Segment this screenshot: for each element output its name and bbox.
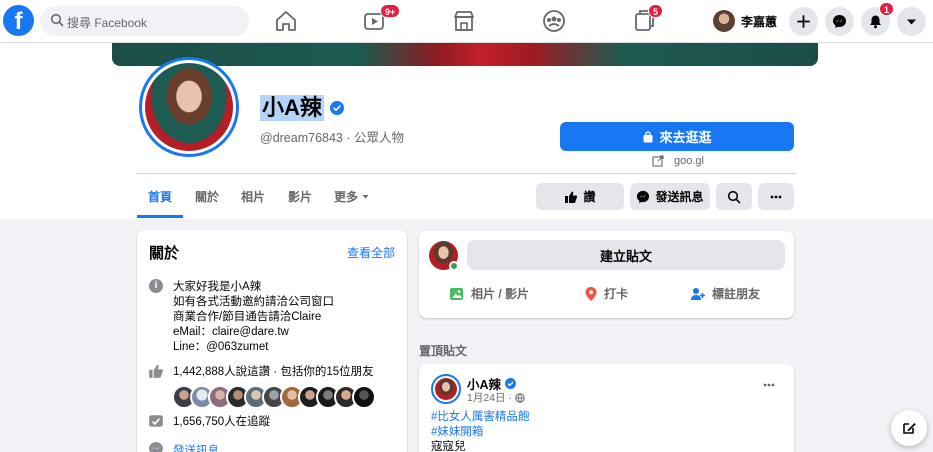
like-label: 讚 xyxy=(583,190,596,204)
send-message-link[interactable]: 發送訊息 xyxy=(173,442,219,452)
thumbs-up-icon xyxy=(149,364,163,378)
user-profile-chip[interactable]: 李嘉蕙 xyxy=(713,8,777,34)
user-name: 李嘉蕙 xyxy=(741,14,778,29)
photo-video-label: 相片 / 影片 xyxy=(471,287,530,301)
user-avatar xyxy=(713,10,735,32)
tab-about[interactable]: 關於 xyxy=(195,188,219,205)
send-message-button[interactable]: 發送訊息 xyxy=(630,183,710,210)
tag-friends-button[interactable]: 標註朋友 xyxy=(690,285,760,302)
likes-count: 1,442,888人說這讚 · 包括你的15位朋友 xyxy=(173,366,374,378)
ellipsis-icon xyxy=(770,195,782,198)
bell-icon xyxy=(870,15,881,29)
facebook-logo[interactable]: f xyxy=(3,5,34,36)
follow-icon xyxy=(149,415,163,427)
tab-home[interactable]: 首頁 xyxy=(148,188,172,205)
bio-line: Line：@063zumet xyxy=(173,341,269,353)
tab-more-label: 更多 xyxy=(334,190,359,204)
more-options-button[interactable] xyxy=(758,183,794,210)
search-placeholder: 搜尋 Facebook xyxy=(67,16,148,30)
post-text: 寇寇兒 xyxy=(431,441,466,452)
cover-photo[interactable] xyxy=(112,43,818,66)
thumbs-up-icon xyxy=(565,191,578,203)
search-icon xyxy=(50,13,64,27)
followers-count: 1,656,750人在追蹤 xyxy=(173,416,271,428)
profile-name: 小A辣 xyxy=(260,95,324,121)
hashtag-link[interactable]: #比女人厲害精品飽 xyxy=(431,408,529,424)
external-link-icon xyxy=(652,155,664,167)
check-in-button[interactable]: 打卡 xyxy=(584,285,628,302)
watch-badge: 9+ xyxy=(380,4,401,18)
groups-icon[interactable] xyxy=(541,8,567,34)
active-tab-indicator xyxy=(137,215,183,218)
tag-friends-label: 標註朋友 xyxy=(712,287,761,301)
create-button[interactable] xyxy=(789,7,818,36)
post-timestamp[interactable]: 1月24日 · xyxy=(467,390,525,405)
account-menu-button[interactable] xyxy=(897,7,926,36)
shopping-bag-icon xyxy=(643,130,653,142)
shop-now-button[interactable]: 來去逛逛 xyxy=(560,122,794,151)
friend-avatar[interactable] xyxy=(352,385,376,409)
caret-down-icon xyxy=(907,19,916,25)
pinned-posts-heading: 置頂貼文 xyxy=(419,344,468,358)
online-status-indicator xyxy=(449,261,459,271)
bio-line: eMail：claire@dare.tw xyxy=(173,326,289,338)
search-icon xyxy=(727,190,741,203)
tab-more[interactable]: 更多 xyxy=(334,188,370,205)
verified-badge-icon xyxy=(505,378,517,389)
plus-icon xyxy=(797,15,810,28)
photo-video-button[interactable]: 相片 / 影片 xyxy=(449,285,529,302)
messenger-icon xyxy=(637,190,650,203)
post-date: 1月24日 · xyxy=(467,392,512,404)
bio-line: 如有各式活動邀約請洽公司窗口 xyxy=(173,296,334,308)
tab-photos[interactable]: 相片 xyxy=(241,188,265,205)
home-icon[interactable] xyxy=(273,8,299,34)
bio-line: 商業合作/節目通告請洽Claire xyxy=(173,311,322,323)
marketplace-icon[interactable] xyxy=(451,8,477,34)
messenger-icon xyxy=(149,442,163,452)
post-options-icon[interactable] xyxy=(762,378,776,392)
caret-down-icon xyxy=(362,195,369,199)
profile-photo-image xyxy=(145,63,233,151)
header-divider xyxy=(137,173,796,174)
new-message-button[interactable] xyxy=(891,410,927,446)
pinned-post: 小A辣 1月24日 · #比女人厲害精品飽 #妹妹開箱 寇寇兒 xyxy=(419,364,794,452)
create-post-card: 建立貼文 相片 / 影片 打卡 標註朋友 xyxy=(419,231,794,318)
bio-line: 大家好我是小A辣 xyxy=(173,281,262,293)
messenger-button[interactable] xyxy=(825,7,854,36)
globe-icon xyxy=(515,392,525,403)
check-in-label: 打卡 xyxy=(604,287,629,301)
send-message-label: 發送訊息 xyxy=(655,190,704,204)
website-link[interactable]: goo.gl xyxy=(652,155,704,167)
notifications-badge: 1 xyxy=(879,2,895,16)
search-page-button[interactable] xyxy=(716,183,752,210)
compose-icon xyxy=(903,423,916,434)
website-link-text: goo.gl xyxy=(674,155,704,167)
messenger-icon xyxy=(833,15,846,28)
like-page-button[interactable]: 讚 xyxy=(536,183,624,210)
tag-people-icon xyxy=(691,287,705,300)
see-all-link[interactable]: 查看全部 xyxy=(347,244,395,261)
post-author-avatar[interactable] xyxy=(431,374,461,404)
photo-icon xyxy=(450,287,463,300)
profile-picture[interactable] xyxy=(139,57,239,157)
pages-badge: 5 xyxy=(648,4,664,18)
shop-now-label: 來去逛逛 xyxy=(659,130,712,145)
top-navigation-bar: f 搜尋 Facebook 9+ 5 李嘉蕙 1 xyxy=(0,0,933,43)
info-icon: i xyxy=(149,279,163,293)
about-card: 關於 查看全部 i 大家好我是小A辣 如有各式活動邀約請洽公司窗口 商業合作/節… xyxy=(137,230,407,452)
location-pin-icon xyxy=(585,286,597,301)
profile-handle: @dream76843 · 公眾人物 xyxy=(260,131,404,145)
hashtag-link[interactable]: #妹妹開箱 xyxy=(431,423,483,439)
create-post-button[interactable]: 建立貼文 xyxy=(467,240,785,270)
tab-videos[interactable]: 影片 xyxy=(288,188,312,205)
about-title: 關於 xyxy=(149,245,180,262)
verified-badge-icon xyxy=(329,101,344,115)
profile-name-row: 小A辣 xyxy=(260,95,344,121)
search-bar[interactable]: 搜尋 Facebook xyxy=(40,6,249,36)
